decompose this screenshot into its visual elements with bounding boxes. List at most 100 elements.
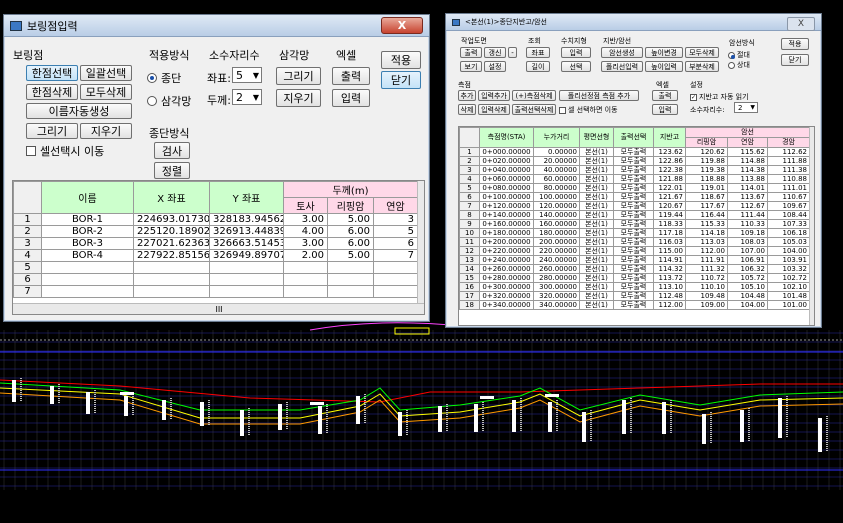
cell-no[interactable]: 11: [459, 237, 480, 247]
cell-no[interactable]: 5: [13, 261, 42, 274]
cell-plan[interactable]: 본선(1): [579, 282, 614, 292]
cell-soft[interactable]: 105.72: [727, 273, 768, 283]
cell-ground[interactable]: 120.67: [653, 201, 686, 211]
cell-ground[interactable]: 121.67: [653, 192, 686, 202]
cell-y[interactable]: 326663.51453: [209, 237, 284, 250]
cell-soil[interactable]: 3.00: [283, 213, 328, 226]
cell-soft[interactable]: [372, 261, 419, 274]
cell-soft[interactable]: 5: [372, 225, 419, 238]
cell-name[interactable]: [41, 285, 134, 298]
cell-hard[interactable]: 103.32: [766, 264, 811, 274]
cell-plan[interactable]: 본선(1): [579, 237, 614, 247]
table-row[interactable]: 11 0+200.00000 200.00000 본선(1) 모두출력 116.03 113…: [459, 237, 811, 247]
cell-sta[interactable]: 0+040.00000: [479, 165, 534, 175]
close-icon[interactable]: X: [787, 17, 815, 31]
apply-button[interactable]: 적용: [381, 51, 421, 69]
table-row[interactable]: 7: [13, 285, 419, 298]
cell-outline[interactable]: 모두출력: [613, 165, 654, 175]
cell-ground[interactable]: 121.88: [653, 174, 686, 184]
cell-name[interactable]: BOR-2: [41, 225, 134, 238]
thick-decimals-select[interactable]: 2 ▼: [232, 89, 262, 105]
cell-plan[interactable]: 본선(1): [579, 291, 614, 301]
cell-weathered[interactable]: 116.44: [685, 210, 728, 220]
table-row[interactable]: 9 0+160.00000 160.00000 본선(1) 모두출력 118.33 115.…: [459, 219, 811, 229]
cell-soft[interactable]: 106.91: [727, 255, 768, 265]
cell-hard[interactable]: 101.00: [766, 300, 811, 310]
cell-soft[interactable]: 3: [372, 213, 419, 226]
cell-plan[interactable]: 본선(1): [579, 183, 614, 193]
cell-no[interactable]: 7: [459, 201, 480, 211]
table-row[interactable]: 14 0+260.00000 260.00000 본선(1) 모두출력 114.32 111…: [459, 264, 811, 274]
select-move-checkbox[interactable]: 셀선택시 이동: [26, 143, 104, 159]
cell-ground[interactable]: 118.33: [653, 219, 686, 229]
cell-dist[interactable]: 340.00000: [533, 300, 580, 310]
cell-sta[interactable]: 0+120.00000: [479, 201, 534, 211]
cell-x[interactable]: [133, 285, 210, 298]
cell-weathered[interactable]: 110.10: [685, 282, 728, 292]
cell-ground[interactable]: 113.10: [653, 282, 686, 292]
table-row[interactable]: 3 0+040.00000 40.00000 본선(1) 모두출력 122.38 119.3…: [459, 165, 811, 175]
table-row[interactable]: 5: [13, 261, 419, 274]
cell-ground[interactable]: 112.48: [653, 291, 686, 301]
cell-no[interactable]: 5: [459, 183, 480, 193]
cell-outline[interactable]: 모두출력: [613, 246, 654, 256]
excel-output-button[interactable]: 출력: [332, 67, 370, 85]
cell-outline[interactable]: 모두출력: [613, 210, 654, 220]
title-bar[interactable]: 보링점입력 X: [4, 15, 429, 37]
cell-sta[interactable]: 0+260.00000: [479, 264, 534, 274]
cell-soil[interactable]: [283, 285, 328, 298]
cell-soft[interactable]: 114.38: [727, 165, 768, 175]
close-icon[interactable]: X: [381, 17, 423, 34]
table-row[interactable]: 4 0+060.00000 60.00000 본선(1) 모두출력 121.88 118.8…: [459, 174, 811, 184]
cell-weathered[interactable]: 6.00: [327, 225, 374, 238]
cell-weathered[interactable]: 119.01: [685, 183, 728, 193]
cell-outline[interactable]: 모두출력: [613, 273, 654, 283]
cell-plan[interactable]: 본선(1): [579, 255, 614, 265]
table-row[interactable]: 7 0+120.00000 120.00000 본선(1) 모두출력 120.67 117.…: [459, 201, 811, 211]
cell-name[interactable]: BOR-1: [41, 213, 134, 226]
cell-ground[interactable]: 117.18: [653, 228, 686, 238]
cell-soft[interactable]: 113.67: [727, 192, 768, 202]
cell-ground[interactable]: 113.72: [653, 273, 686, 283]
plus-measure-button[interactable]: (+)측점삭제: [512, 90, 556, 101]
table-row[interactable]: 10 0+180.00000 180.00000 본선(1) 모두출력 117.18 114…: [459, 228, 811, 238]
cell-hard[interactable]: 108.44: [766, 210, 811, 220]
cell-no[interactable]: 15: [459, 273, 480, 283]
cell-plan[interactable]: 본선(1): [579, 210, 614, 220]
cell-x[interactable]: 225120.18902: [133, 225, 210, 238]
input-add-button[interactable]: 입력추가: [478, 90, 510, 101]
cell-plan[interactable]: 본선(1): [579, 219, 614, 229]
polyline-input-button[interactable]: 폴리선입력: [601, 61, 643, 72]
table-row[interactable]: 4 BOR-4 227922.85156 326949.89707 2.00 5.00 7: [13, 249, 419, 262]
cell-ground[interactable]: 122.38: [653, 165, 686, 175]
cell-soil[interactable]: 4.00: [283, 225, 328, 238]
cell-plan[interactable]: 본선(1): [579, 192, 614, 202]
cell-outline[interactable]: 모두출력: [613, 156, 654, 166]
table-row[interactable]: 8 0+140.00000 140.00000 본선(1) 모두출력 119.44 116.…: [459, 210, 811, 220]
cell-soft[interactable]: 108.03: [727, 237, 768, 247]
setting-button[interactable]: 설정: [484, 61, 506, 72]
cell-dist[interactable]: 180.00000: [533, 228, 580, 238]
cell-no[interactable]: 8: [459, 210, 480, 220]
cell-weathered[interactable]: [327, 285, 374, 298]
cell-hard[interactable]: 109.67: [766, 201, 811, 211]
table-row[interactable]: 1 0+000.00000 0.00000 본선(1) 모두출력 123.62 120.62…: [459, 147, 811, 157]
height-change-button[interactable]: 높이변경: [645, 47, 683, 58]
cell-outline[interactable]: 모두출력: [613, 300, 654, 310]
cell-plan[interactable]: 본선(1): [579, 156, 614, 166]
cell-no[interactable]: 12: [459, 246, 480, 256]
cell-soft[interactable]: 113.88: [727, 174, 768, 184]
cell-ground[interactable]: 114.91: [653, 255, 686, 265]
cell-name[interactable]: BOR-3: [41, 237, 134, 250]
cell-dist[interactable]: 320.00000: [533, 291, 580, 301]
radio-relative[interactable]: 상대: [728, 60, 750, 70]
coord-button[interactable]: 좌표: [526, 47, 550, 58]
cell-weathered[interactable]: 112.00: [685, 246, 728, 256]
cell-plan[interactable]: 본선(1): [579, 147, 614, 157]
cell-hard[interactable]: 102.10: [766, 282, 811, 292]
sort-button[interactable]: 정렬: [154, 162, 190, 179]
cell-hard[interactable]: 105.03: [766, 237, 811, 247]
rock-gen-button[interactable]: 암선생성: [601, 47, 643, 58]
cell-dist[interactable]: 60.00000: [533, 174, 580, 184]
height-input-button[interactable]: 높이입력: [645, 61, 683, 72]
